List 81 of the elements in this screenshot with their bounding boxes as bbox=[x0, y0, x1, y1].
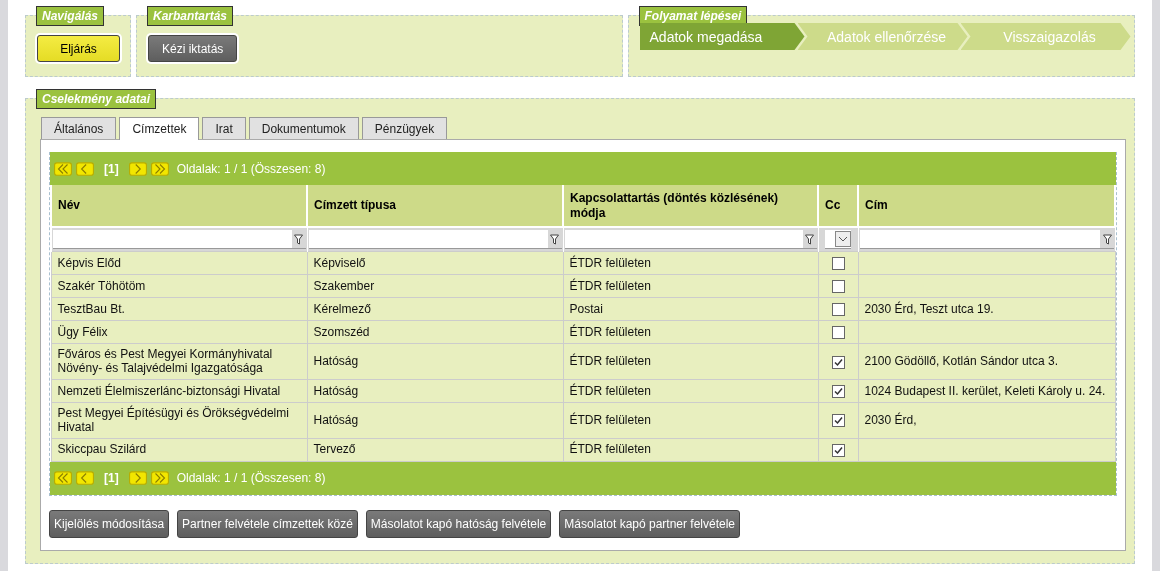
table-cell: 1024 Budapest II. kerület, Keleti Károly u. 24. bbox=[858, 379, 1115, 403]
table-cell: ÉTDR felületen bbox=[563, 320, 818, 344]
action-button[interactable]: Másolatot kapó hatóság felvétele bbox=[365, 509, 552, 538]
filter-icon bbox=[1102, 233, 1112, 245]
action-button[interactable]: Kijelölés módosítása bbox=[49, 509, 170, 538]
checkbox[interactable] bbox=[831, 257, 845, 271]
filter-icon bbox=[294, 233, 303, 245]
filter-field[interactable] bbox=[52, 230, 306, 249]
panel-legend: Karbantartás bbox=[147, 6, 234, 26]
tab[interactable]: Pénzügyek bbox=[361, 117, 448, 139]
page-summary: Oldalak: 1 / 1 (Összesen: 8) bbox=[176, 161, 326, 176]
table-cell: ÉTDR felületen bbox=[563, 251, 818, 275]
table-cell: ÉTDR felületen bbox=[563, 402, 818, 439]
table-cell: ÉTDR felületen bbox=[563, 274, 818, 298]
table-cell: Skiccpau Szilárd bbox=[51, 438, 307, 462]
last-page-icon[interactable] bbox=[150, 161, 169, 176]
manual-filing-button[interactable]: Kézi iktatás bbox=[148, 35, 238, 62]
previous-page-icon[interactable] bbox=[76, 471, 94, 486]
column-header: Cc bbox=[818, 185, 858, 227]
column-header: Címzett típusa bbox=[307, 185, 563, 227]
first-page-icon[interactable] bbox=[54, 161, 72, 176]
action-button[interactable]: Partner felvétele címzettek közé bbox=[177, 509, 358, 538]
column-header: Cím bbox=[858, 185, 1115, 227]
table-cell: Szakember bbox=[307, 274, 563, 298]
table-cell: Tervező bbox=[307, 438, 563, 462]
table-cell: ÉTDR felületen bbox=[563, 379, 818, 403]
first-page-icon[interactable] bbox=[54, 471, 72, 486]
table-cell: Szomszéd bbox=[307, 320, 563, 344]
filter-icon bbox=[550, 233, 559, 245]
table-cell: Képvis Előd bbox=[51, 251, 307, 275]
tab[interactable]: Dokumentumok bbox=[248, 117, 359, 139]
checkbox[interactable] bbox=[831, 414, 845, 428]
table-cell: Főváros és Pest Megyei Kormányhivatal Növény- és Talajvédelmi Igazgatósága bbox=[51, 343, 307, 380]
filter-field[interactable] bbox=[859, 230, 1114, 249]
action-button[interactable]: Másolatot kapó partner felvétele bbox=[559, 509, 741, 538]
caret-icon bbox=[835, 231, 851, 247]
process-step: Visszaigazolás bbox=[960, 23, 1131, 50]
table-cell: Kérelmező bbox=[307, 297, 563, 321]
column-header: Kapcsolattartás (döntés közlésének) módja bbox=[563, 185, 818, 227]
panel-legend: Folyamat lépései bbox=[638, 6, 748, 26]
table-cell: Hatóság bbox=[307, 343, 563, 380]
procedure-button[interactable]: Eljárás bbox=[37, 35, 120, 62]
table-cell: TesztBau Bt. bbox=[51, 297, 307, 321]
table-cell: ÉTDR felületen bbox=[563, 438, 818, 462]
tab[interactable]: Címzettek bbox=[119, 117, 200, 140]
filter-icon bbox=[805, 233, 814, 245]
page-summary: Oldalak: 1 / 1 (Összesen: 8) bbox=[176, 471, 326, 486]
checkbox[interactable] bbox=[831, 384, 845, 398]
next-page-icon[interactable] bbox=[128, 471, 147, 486]
checkbox[interactable] bbox=[831, 443, 845, 457]
table-cell: Képviselő bbox=[307, 251, 563, 275]
filter-dropdown[interactable] bbox=[825, 230, 851, 249]
process-step: Adatok ellenőrzése bbox=[797, 23, 968, 50]
checkbox[interactable] bbox=[831, 280, 845, 294]
table-cell: Ügy Félix bbox=[51, 320, 307, 344]
checkbox[interactable] bbox=[831, 303, 845, 317]
process-step: Adatok megadása bbox=[639, 23, 805, 50]
table-cell: Pest Megyei Építésügyi és Örökségvédelmi Hivatal bbox=[51, 402, 307, 439]
table-cell: Postai bbox=[563, 297, 818, 321]
filter-field[interactable] bbox=[308, 230, 562, 249]
current-page: [1] bbox=[104, 161, 119, 176]
checkbox[interactable] bbox=[831, 326, 845, 340]
table-cell: Hatóság bbox=[307, 402, 563, 439]
table-cell: Nemzeti Élelmiszerlánc-biztonsági Hivatal bbox=[51, 379, 307, 403]
last-page-icon[interactable] bbox=[150, 471, 169, 486]
filter-field[interactable] bbox=[564, 230, 817, 249]
tab[interactable]: Általános bbox=[41, 117, 117, 139]
checkbox[interactable] bbox=[831, 355, 845, 369]
panel-legend: Cselekmény adatai bbox=[36, 89, 157, 109]
table-cell: Szakér Töhötöm bbox=[51, 274, 307, 298]
column-header: Név bbox=[51, 185, 307, 227]
panel-legend: Navigálás bbox=[36, 6, 105, 26]
table-cell: 2030 Érd, Teszt utca 19. bbox=[858, 297, 1115, 321]
table-cell: Hatóság bbox=[307, 379, 563, 403]
current-page: [1] bbox=[104, 471, 119, 486]
tab[interactable]: Irat bbox=[202, 117, 246, 139]
previous-page-icon[interactable] bbox=[76, 161, 94, 176]
table-cell: 2030 Érd, bbox=[858, 402, 1115, 439]
table-cell: 2100 Gödöllő, Kotlán Sándor utca 3. bbox=[858, 343, 1115, 380]
next-page-icon[interactable] bbox=[128, 161, 147, 176]
table-cell: ÉTDR felületen bbox=[563, 343, 818, 380]
